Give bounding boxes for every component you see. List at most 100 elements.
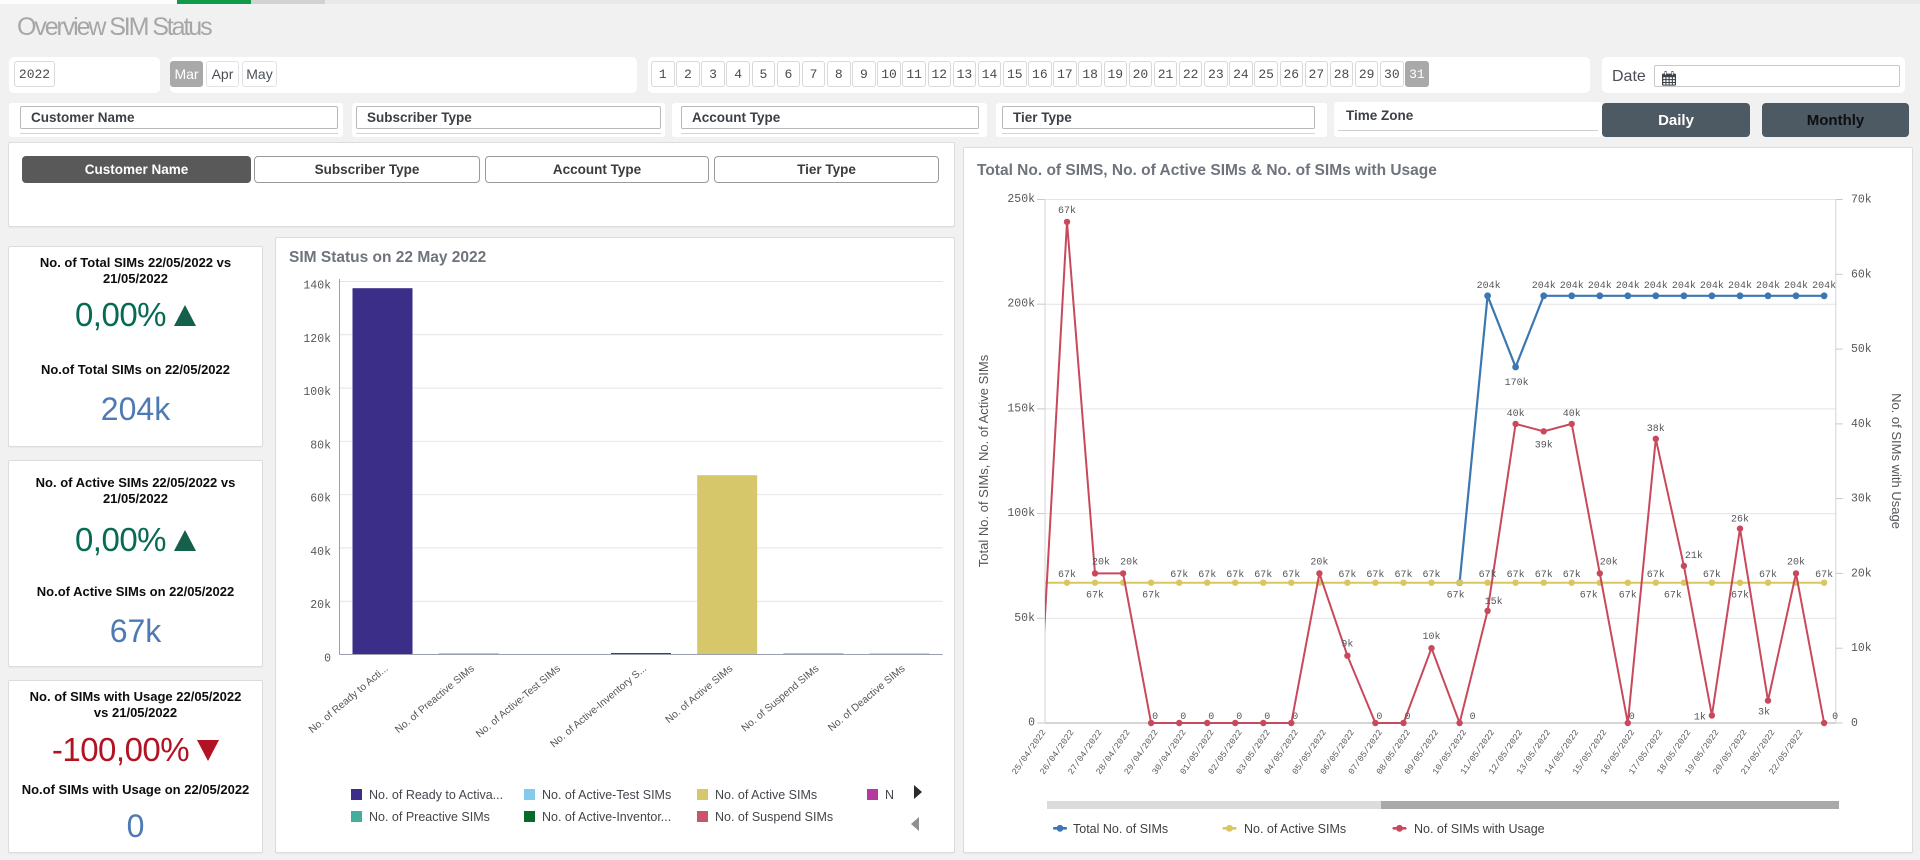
svg-text:67k: 67k xyxy=(1815,569,1833,581)
svg-text:Total No. of SIMs: Total No. of SIMs xyxy=(1073,822,1168,836)
svg-text:0: 0 xyxy=(1629,712,1635,723)
svg-text:204k: 204k xyxy=(1560,280,1584,292)
svg-text:21k: 21k xyxy=(1685,550,1703,562)
svg-text:No. of Suspend SIMs: No. of Suspend SIMs xyxy=(740,663,822,734)
svg-text:204k: 204k xyxy=(1728,280,1752,292)
svg-text:170k: 170k xyxy=(1505,377,1529,389)
svg-text:39k: 39k xyxy=(1535,439,1553,451)
svg-text:204k: 204k xyxy=(1588,280,1612,292)
svg-text:0: 0 xyxy=(1832,712,1838,723)
svg-text:67k: 67k xyxy=(1580,590,1598,602)
svg-text:No. of Deactive SIMs: No. of Deactive SIMs xyxy=(826,663,907,734)
svg-text:No. of Active-Inventor...: No. of Active-Inventor... xyxy=(542,810,671,824)
svg-text:200k: 200k xyxy=(1007,298,1035,311)
svg-text:Total No. of SIMS, No. of Acti: Total No. of SIMS, No. of Active SIMs & … xyxy=(977,162,1437,179)
svg-text:No. of Suspend SIMs: No. of Suspend SIMs xyxy=(715,810,833,824)
svg-text:0: 0 xyxy=(1264,712,1270,723)
svg-text:60k: 60k xyxy=(310,493,331,506)
svg-text:67k: 67k xyxy=(1254,569,1272,581)
svg-text:0: 0 xyxy=(1152,712,1158,723)
svg-text:20k: 20k xyxy=(1310,556,1328,568)
svg-text:20k: 20k xyxy=(1600,556,1618,568)
svg-text:26k: 26k xyxy=(1731,514,1749,526)
svg-text:40k: 40k xyxy=(1851,418,1872,431)
svg-text:67k: 67k xyxy=(1226,569,1244,581)
svg-text:67k: 67k xyxy=(1142,590,1160,602)
svg-text:10k: 10k xyxy=(1851,642,1872,655)
svg-text:0: 0 xyxy=(1404,712,1410,723)
svg-text:150k: 150k xyxy=(1007,402,1035,415)
svg-text:204k: 204k xyxy=(1532,280,1556,292)
svg-text:80k: 80k xyxy=(310,439,331,452)
svg-text:67k: 67k xyxy=(1619,590,1637,602)
svg-text:0: 0 xyxy=(1028,717,1035,730)
svg-text:40k: 40k xyxy=(1507,408,1525,420)
svg-text:No. of SIMs with Usage: No. of SIMs with Usage xyxy=(1889,393,1904,529)
svg-text:70k: 70k xyxy=(1851,194,1872,207)
svg-text:67k: 67k xyxy=(1664,590,1682,602)
svg-text:3k: 3k xyxy=(1758,707,1770,719)
svg-text:204k: 204k xyxy=(1616,280,1640,292)
svg-text:67k: 67k xyxy=(1507,569,1525,581)
svg-text:204k: 204k xyxy=(1756,280,1780,292)
svg-text:67k: 67k xyxy=(1394,569,1412,581)
svg-text:67k: 67k xyxy=(1058,569,1076,581)
svg-text:67k: 67k xyxy=(1759,569,1777,581)
svg-text:204k: 204k xyxy=(1672,280,1696,292)
svg-text:No. of Preactive SIMs: No. of Preactive SIMs xyxy=(369,810,490,824)
svg-text:67k: 67k xyxy=(1563,569,1581,581)
svg-text:30k: 30k xyxy=(1851,493,1872,506)
svg-text:100k: 100k xyxy=(1007,507,1035,520)
svg-text:0: 0 xyxy=(1470,712,1476,723)
svg-text:0: 0 xyxy=(1208,712,1214,723)
svg-text:No. of Ready to Acti...: No. of Ready to Acti... xyxy=(307,663,390,735)
svg-text:20k: 20k xyxy=(1092,556,1110,568)
svg-text:67k: 67k xyxy=(1703,569,1721,581)
svg-text:50k: 50k xyxy=(1014,612,1035,625)
svg-text:67k: 67k xyxy=(1198,569,1216,581)
svg-text:204k: 204k xyxy=(1812,280,1836,292)
svg-text:10k: 10k xyxy=(1422,631,1440,643)
svg-text:67k: 67k xyxy=(1647,569,1665,581)
svg-text:67k: 67k xyxy=(1447,590,1465,602)
svg-text:20k: 20k xyxy=(1851,567,1872,580)
svg-text:15k: 15k xyxy=(1485,596,1503,608)
svg-text:20k: 20k xyxy=(1120,556,1138,568)
svg-text:120k: 120k xyxy=(303,333,331,346)
svg-text:67k: 67k xyxy=(1170,569,1188,581)
svg-text:67k: 67k xyxy=(1086,590,1104,602)
svg-text:No. of Active-Inventory S...: No. of Active-Inventory S... xyxy=(549,663,649,750)
svg-text:0: 0 xyxy=(1851,717,1858,730)
svg-text:204k: 204k xyxy=(1644,280,1668,292)
svg-text:204k: 204k xyxy=(1477,280,1501,292)
svg-text:No. of Active SIMs: No. of Active SIMs xyxy=(715,788,817,802)
svg-text:250k: 250k xyxy=(1007,193,1035,206)
svg-text:0: 0 xyxy=(1180,712,1186,723)
svg-text:67k: 67k xyxy=(1366,569,1384,581)
svg-text:100k: 100k xyxy=(303,386,331,399)
svg-text:No. of Active SIMs: No. of Active SIMs xyxy=(664,663,736,726)
svg-text:140k: 140k xyxy=(303,280,331,293)
svg-text:N: N xyxy=(885,788,894,802)
svg-text:38k: 38k xyxy=(1647,423,1665,435)
svg-text:67k: 67k xyxy=(1282,569,1300,581)
svg-text:204k: 204k xyxy=(1700,280,1724,292)
svg-text:No. of Active-Test SIMs: No. of Active-Test SIMs xyxy=(542,788,671,802)
svg-text:67k: 67k xyxy=(1479,569,1497,581)
svg-text:SIM Status on 22 May 2022: SIM Status on 22 May 2022 xyxy=(289,249,486,266)
svg-text:0: 0 xyxy=(324,653,331,666)
svg-text:1k: 1k xyxy=(1694,712,1706,724)
svg-text:No. of Active SIMs: No. of Active SIMs xyxy=(1244,822,1346,836)
svg-text:No. of Active-Test SIMs: No. of Active-Test SIMs xyxy=(474,663,563,740)
svg-text:0: 0 xyxy=(1292,712,1298,723)
svg-text:67k: 67k xyxy=(1535,569,1553,581)
svg-text:20k: 20k xyxy=(310,599,331,612)
svg-text:Total No. of SIMs, No. of Acti: Total No. of SIMs, No. of Active SIMs xyxy=(976,354,991,567)
svg-text:67k: 67k xyxy=(1058,205,1076,217)
svg-text:60k: 60k xyxy=(1851,268,1872,281)
svg-text:9k: 9k xyxy=(1341,639,1353,651)
svg-text:40k: 40k xyxy=(310,546,331,559)
svg-text:40k: 40k xyxy=(1563,408,1581,420)
svg-text:No. of Preactive SIMs: No. of Preactive SIMs xyxy=(393,663,476,735)
svg-text:20k: 20k xyxy=(1787,556,1805,568)
